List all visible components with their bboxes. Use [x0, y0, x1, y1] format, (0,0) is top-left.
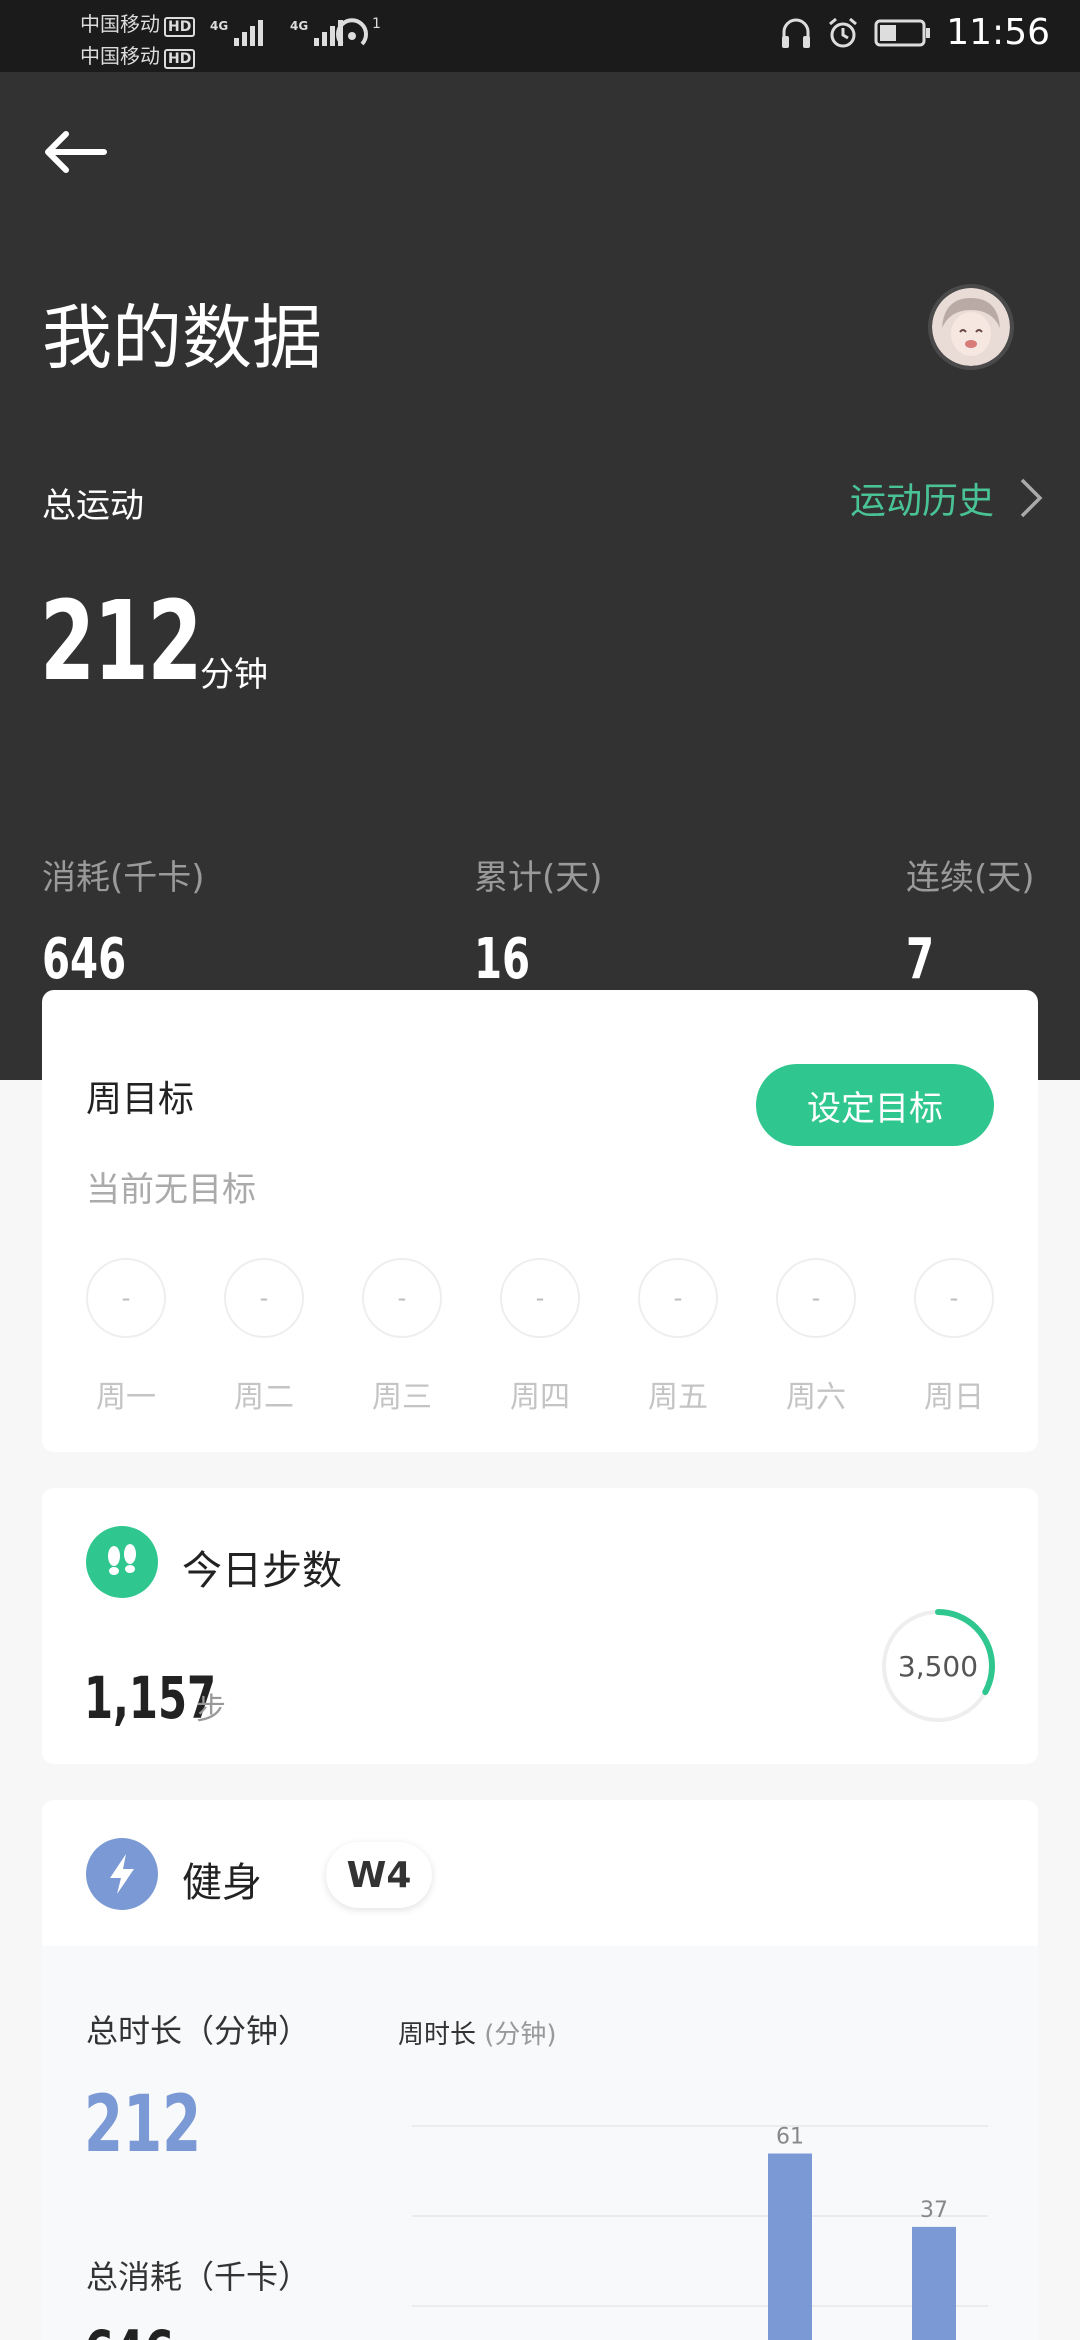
day-circle: - — [500, 1258, 580, 1338]
day-label: 周五 — [648, 1380, 708, 1415]
carrier-2: 中国移动 HD — [80, 40, 196, 69]
back-arrow-icon[interactable] — [40, 124, 110, 180]
day-label: 周三 — [372, 1380, 432, 1415]
duration-value: 212 — [84, 2080, 202, 2170]
calories-value: 646 — [84, 2318, 174, 2340]
fitness-title: 健身 — [182, 1860, 262, 1906]
alarm-icon — [829, 17, 858, 47]
stat-total-days: 累计(天) 16 — [474, 850, 603, 992]
hd-badge: HD — [164, 17, 196, 37]
day-circle: - — [914, 1258, 994, 1338]
stat-value: 16 — [474, 927, 531, 992]
signal-icon: 4G — [210, 19, 263, 46]
day-tue[interactable]: - 周二 — [224, 1258, 304, 1416]
svg-text:4G: 4G — [210, 19, 228, 33]
svg-text:4G: 4G — [290, 19, 308, 33]
chart-bar — [912, 2226, 956, 2340]
stat-label: 连续(天) — [906, 858, 1035, 898]
today-steps-card[interactable]: 今日步数 1,157 步 3,500 — [42, 1488, 1038, 1764]
stat-label: 消耗(千卡) — [42, 858, 205, 898]
steps-goal-value: 3,500 — [897, 1649, 979, 1683]
summary-header: 我的数据 总运动 运动历史 212 分钟 消耗(千卡) 646 累计(天) 16… — [0, 72, 1080, 1080]
day-mon[interactable]: - 周一 — [86, 1258, 166, 1416]
goal-title: 周目标 — [86, 1079, 195, 1120]
stat-streak-days: 连续(天) 7 — [906, 850, 1035, 992]
day-label: 周六 — [786, 1380, 846, 1415]
wifi-hotspot-icon: 1 — [336, 16, 381, 46]
day-label: 周日 — [924, 1380, 984, 1415]
battery-icon — [874, 19, 931, 46]
chart-title: 周时长 (分钟) — [398, 2014, 557, 2051]
day-wed[interactable]: - 周三 — [362, 1258, 442, 1416]
fitness-body: 总时长（分钟） 212 总消耗（千卡） 646 周时长 (分钟) 61 37 — [42, 1946, 1038, 2340]
footprints-icon — [86, 1526, 158, 1598]
calories-label: 总消耗（千卡） — [86, 2258, 311, 2296]
exercise-history-link[interactable]: 运动历史 — [850, 472, 1044, 524]
day-sat[interactable]: - 周六 — [776, 1258, 856, 1416]
day-circle: - — [638, 1258, 718, 1338]
carrier-2-name: 中国移动 — [80, 44, 160, 68]
avatar[interactable] — [928, 284, 1014, 370]
avatar-image — [932, 288, 1010, 366]
chart-data-label: 37 — [920, 2198, 948, 2223]
steps-title: 今日步数 — [182, 1548, 342, 1594]
headphone-icon — [782, 18, 811, 48]
weekly-duration-chart: 61 37 — [412, 2125, 988, 2340]
weekday-row: - 周一 - 周二 - 周三 - 周四 - 周五 - 周六 - 周日 — [86, 1258, 994, 1416]
chart-data-label: 61 — [776, 2125, 804, 2150]
day-label: 周四 — [510, 1380, 570, 1415]
steps-unit: 步 — [196, 1692, 226, 1727]
status-bar: 中国移动 HD 中国移动 HD 4G 4G 1 11:56 — [0, 0, 1080, 72]
lightning-icon — [86, 1838, 158, 1910]
duration-label: 总时长（分钟） — [86, 2012, 311, 2050]
clock: 11:56 — [946, 12, 1050, 53]
carrier-1-name: 中国移动 — [80, 12, 160, 36]
hd-badge: HD — [164, 49, 196, 69]
chart-title-text: 周时长 — [398, 2020, 477, 2050]
fitness-card[interactable]: 健身 W4 总时长（分钟） 212 总消耗（千卡） 646 周时长 (分钟) 6… — [42, 1800, 1038, 2340]
week-badge: W4 — [326, 1842, 432, 1908]
page-title: 我的数据 — [42, 297, 322, 379]
stat-value: 7 — [906, 927, 935, 992]
day-thu[interactable]: - 周四 — [500, 1258, 580, 1416]
status-right: 11:56 — [780, 12, 1050, 53]
day-circle: - — [224, 1258, 304, 1338]
history-label: 运动历史 — [849, 481, 994, 522]
day-label: 周一 — [96, 1380, 156, 1415]
total-minutes-unit: 分钟 — [200, 655, 268, 695]
chart-unit: (分钟) — [484, 2020, 557, 2050]
carrier-1: 中国移动 HD — [80, 8, 196, 37]
set-goal-button[interactable]: 设定目标 — [756, 1064, 994, 1146]
day-label: 周二 — [234, 1380, 294, 1415]
weekly-goal-card: 周目标 当前无目标 设定目标 - 周一 - 周二 - 周三 - 周四 - 周五 - 周六 -… — [42, 990, 1038, 1452]
day-circle: - — [86, 1258, 166, 1338]
goal-subtitle: 当前无目标 — [86, 1170, 256, 1210]
total-exercise-label: 总运动 — [42, 486, 144, 526]
hotspot-count: 1 — [372, 16, 381, 32]
day-fri[interactable]: - 周五 — [638, 1258, 718, 1416]
stat-calories: 消耗(千卡) 646 — [42, 850, 205, 992]
day-sun[interactable]: - 周日 — [914, 1258, 994, 1416]
chart-bar — [768, 2153, 812, 2340]
stat-label: 累计(天) — [474, 858, 603, 898]
chevron-right-icon — [1020, 478, 1043, 518]
day-circle: - — [362, 1258, 442, 1338]
total-minutes-value: 212 — [40, 577, 202, 705]
day-circle: - — [776, 1258, 856, 1338]
stat-value: 646 — [42, 927, 127, 992]
